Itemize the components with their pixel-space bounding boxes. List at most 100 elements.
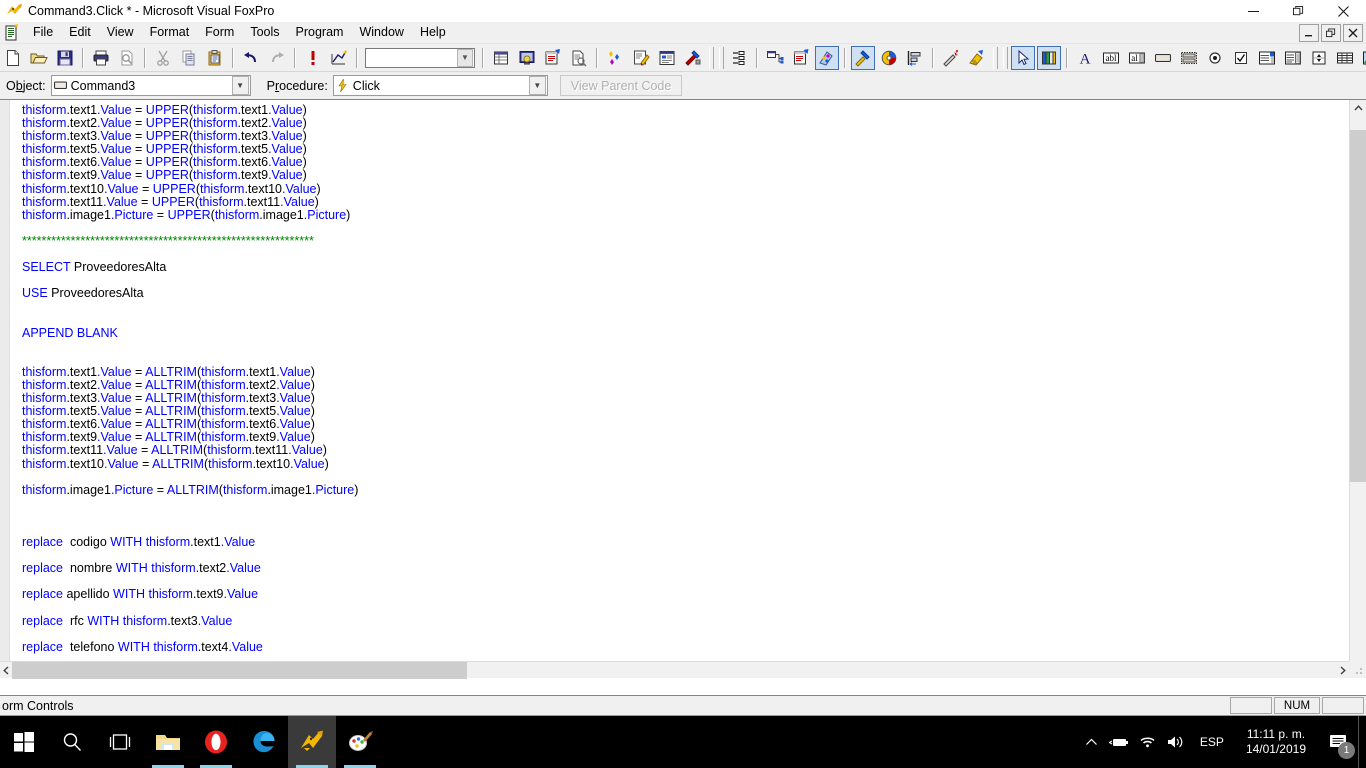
label-A-icon[interactable]: A [1073,46,1097,70]
menu-item-file[interactable]: File [25,23,61,42]
new-file-button[interactable] [1,46,25,70]
clock[interactable]: 11:11 p. m. 14/01/2019 [1234,716,1318,768]
toolbar-grip[interactable] [993,46,998,69]
scroll-up-arrow-icon[interactable] [1350,100,1366,117]
sparkle-button[interactable] [603,46,627,70]
volume-icon[interactable] [1162,716,1190,768]
toolbar-grip[interactable] [719,46,724,69]
command-button-icon[interactable] [1151,46,1175,70]
hammer-wrench-button[interactable] [681,46,705,70]
print-preview-button[interactable] [115,46,139,70]
redo-button[interactable] [265,46,289,70]
horizontal-scrollbar[interactable] [0,661,1349,679]
data-environment-button[interactable] [763,46,787,70]
editbox-icon[interactable]: al [1125,46,1149,70]
view-classes-icon[interactable] [1037,45,1061,70]
minimize-icon[interactable] [1231,0,1276,22]
open-folder-button[interactable] [27,46,51,70]
object-dropdown[interactable]: Command3 ▼ [50,75,251,96]
menu-item-edit[interactable]: Edit [61,23,99,42]
code-window-button[interactable] [789,46,813,70]
run-button[interactable] [301,46,325,70]
task-view-button[interactable] [96,716,144,768]
code-snippet-button[interactable] [965,46,989,70]
image-picture-icon[interactable] [1359,46,1366,70]
mdi-restore-icon[interactable] [1321,23,1341,42]
chevron-down-icon[interactable]: ▼ [457,48,473,67]
modify-form-button[interactable] [327,46,351,70]
search-button[interactable] [48,716,96,768]
chevron-down-icon[interactable]: ▼ [231,76,249,95]
language-indicator[interactable]: ESP [1190,716,1234,768]
mdi-minimize-icon[interactable] [1299,23,1319,42]
vertical-scrollbar[interactable] [1349,100,1366,678]
toolbar-grip[interactable] [1003,46,1008,69]
menu-item-window[interactable]: Window [351,23,411,42]
browse-table-button[interactable] [489,46,513,70]
show-desktop-button[interactable] [1358,716,1366,768]
toolbar-grip[interactable] [709,46,714,69]
layout-align-button[interactable] [903,46,927,70]
textbox-abl-icon[interactable]: abl [1099,46,1123,70]
document-form-icon[interactable] [3,23,21,42]
wizard-pencil-button[interactable] [629,46,653,70]
edge-button[interactable] [240,716,288,768]
menu-item-help[interactable]: Help [412,23,454,42]
menu-item-view[interactable]: View [99,23,142,42]
command-combo[interactable]: ▼ [365,47,475,68]
chevron-down-icon[interactable]: ▼ [528,76,546,95]
code-token: replace [22,561,63,576]
paint-button[interactable] [336,716,384,768]
mdi-close-icon[interactable] [1343,23,1363,42]
grid-icon[interactable] [1333,46,1357,70]
procedure-dropdown[interactable]: Click ▼ [332,75,548,96]
maximize-icon[interactable] [1276,0,1321,22]
menu-item-tools[interactable]: Tools [242,23,287,42]
form-builder-button[interactable] [851,45,875,70]
report-designer-button[interactable] [567,46,591,70]
visual-foxpro-button[interactable] [288,716,336,768]
combo-box-icon[interactable] [1255,46,1279,70]
opera-button[interactable] [192,716,240,768]
wifi-icon[interactable] [1134,716,1162,768]
action-center-button[interactable]: 1 [1318,716,1358,768]
start-button[interactable] [0,716,48,768]
file-explorer-button[interactable] [144,716,192,768]
scroll-right-arrow-icon[interactable] [1337,662,1349,679]
option-button-icon[interactable] [1203,46,1227,70]
code-token: ALLTRIM [151,443,204,458]
properties-window-button[interactable] [727,46,751,70]
spinner-icon[interactable] [1307,46,1331,70]
battery-icon[interactable] [1106,716,1134,768]
resize-grip[interactable] [1349,661,1366,678]
database-designer-button[interactable] [515,46,539,70]
clipboard-paste-button[interactable] [203,46,227,70]
menu-item-form[interactable]: Form [197,23,242,42]
form-controls-toggle[interactable] [815,45,839,70]
color-palette-button[interactable] [877,46,901,70]
scroll-left-arrow-icon[interactable] [0,662,12,679]
list-box-icon[interactable] [1281,46,1305,70]
copy-button[interactable] [177,46,201,70]
vertical-scroll-thumb[interactable] [1350,130,1366,482]
autoformat-wand-button[interactable] [939,46,963,70]
code-text-area[interactable]: thisform.text1.Value = UPPER(thisform.te… [10,100,1340,678]
close-icon[interactable] [1321,0,1366,22]
query-window-button[interactable] [655,46,679,70]
undo-button[interactable] [239,46,263,70]
form-designer-button[interactable] [541,46,565,70]
horizontal-scroll-track[interactable] [12,661,1337,679]
menu-item-format[interactable]: Format [142,23,198,42]
code-token: thisform [22,194,67,209]
cut-button[interactable] [151,46,175,70]
menu-item-program[interactable]: Program [288,23,352,42]
arrow-pointer-icon[interactable] [1011,45,1035,70]
print-button[interactable] [89,46,113,70]
toolbar-separator [756,47,758,68]
command-group-icon[interactable] [1177,46,1201,70]
checkbox-icon[interactable] [1229,46,1253,70]
chevron-up-icon[interactable] [1078,716,1106,768]
horizontal-scroll-thumb[interactable] [12,661,467,679]
code-token: USE [22,286,48,301]
save-button[interactable] [53,46,77,70]
